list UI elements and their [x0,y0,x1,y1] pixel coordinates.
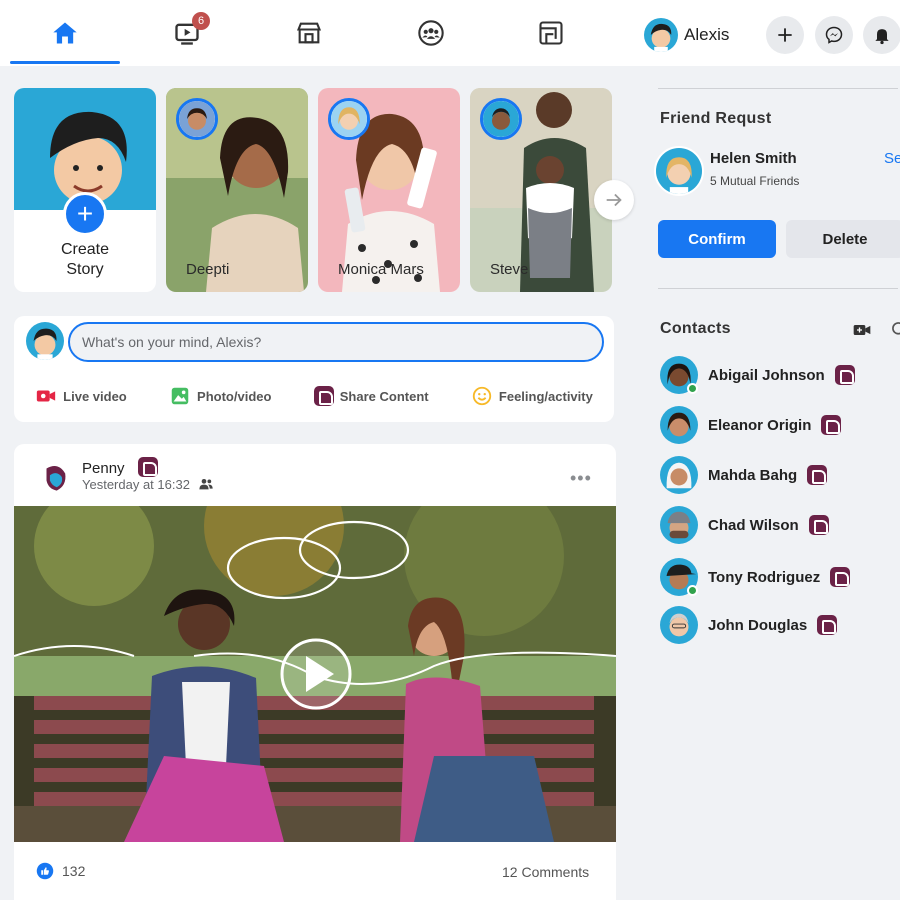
contact-badge-icon [821,415,842,435]
story-avatar [176,98,218,140]
contacts-title: Contacts [660,320,731,337]
messenger-icon [825,26,843,44]
feeling-icon [472,386,492,406]
post-comments-count[interactable]: 12 Comments [502,864,589,880]
share-content-icon [313,386,334,406]
story-name: Deepti [186,261,230,278]
story-card[interactable]: Steve [470,88,612,292]
post-likes[interactable]: 132 [36,862,85,880]
add-story-button[interactable]: + [63,192,107,236]
search-icon [892,322,900,335]
video-call-icon [853,325,871,335]
create-story-label: Create Story [60,241,110,278]
post-author-name[interactable]: Penny [82,460,125,477]
search-contacts-button[interactable] [890,320,900,345]
tab-gaming[interactable] [496,0,606,66]
notification-badge: 6 [192,12,210,30]
story-name: Steve [490,261,529,278]
live-video-button[interactable]: Live video [35,385,127,407]
avatar [644,18,678,52]
top-navigation-bar: 6 Alexis [0,0,900,66]
post-composer: What's on your mind, Alexis? Live video … [14,316,614,422]
author-badge-icon [138,457,158,477]
composer-actions: Live video Photo/video Share Content Fee… [14,376,614,416]
arrow-right-icon [606,193,622,207]
contact-item[interactable]: Tony Rodriguez [660,557,851,597]
divider [658,288,898,289]
friend-request-avatar[interactable] [654,146,704,196]
contact-avatar [660,506,698,544]
contact-badge-icon [830,567,851,587]
contact-avatar [660,356,698,394]
home-icon [53,22,77,44]
contact-item[interactable]: John Douglas [660,605,838,645]
share-content-button[interactable]: Share Content [313,386,429,406]
story-card[interactable]: Monica Mars [318,88,460,292]
feed-post: Penny Yesterday at 16:32 ••• 132 12 Comm… [14,444,616,900]
post-timestamp: Yesterday at 16:32 [82,476,214,492]
create-story-card[interactable]: + Create Story [14,88,156,292]
friend-request-title: Friend Requst [660,110,772,127]
tab-watch[interactable]: 6 [132,0,242,66]
status-input[interactable]: What's on your mind, Alexis? [68,322,604,362]
contact-badge-icon [808,515,829,535]
tab-home[interactable] [10,0,120,66]
tab-marketplace[interactable] [254,0,364,66]
notifications-button[interactable] [863,16,900,54]
delete-button[interactable]: Delete [786,220,900,258]
create-button[interactable] [766,16,804,54]
contact-item[interactable]: Abigail Johnson [660,355,855,395]
live-video-icon [36,390,56,402]
feeling-activity-button[interactable]: Feeling/activity [471,385,593,407]
groups-icon [418,20,444,46]
store-icon [296,22,322,44]
see-all-link[interactable]: Se [884,150,900,167]
online-indicator [687,585,698,596]
stories-next-button[interactable] [594,180,634,220]
gaming-icon [539,21,563,45]
online-indicator [687,383,698,394]
contact-item[interactable]: Chad Wilson [660,505,829,545]
contact-badge-icon [834,365,855,385]
messenger-button[interactable] [815,16,853,54]
mutual-friends-count: 5 Mutual Friends [710,174,800,188]
like-icon [36,862,54,880]
contact-item[interactable]: Mahda Bahg [660,455,828,495]
post-author-avatar[interactable] [38,460,72,494]
contact-item[interactable]: Eleanor Origin [660,405,842,445]
contact-badge-icon [807,465,828,485]
new-room-button[interactable] [852,320,872,345]
composer-avatar [26,322,64,360]
photo-video-button[interactable]: Photo/video [169,385,271,407]
plus-icon [778,28,792,42]
profile-chip[interactable]: Alexis [644,18,729,52]
story-avatar [480,98,522,140]
tab-groups[interactable] [376,0,486,66]
divider [658,88,898,89]
confirm-button[interactable]: Confirm [658,220,776,258]
friend-request-name[interactable]: Helen Smith [710,150,797,167]
contact-avatar [660,558,698,596]
story-avatar [328,98,370,140]
contact-avatar [660,606,698,644]
photo-icon [171,387,189,405]
story-name: Monica Mars [338,261,424,278]
contact-avatar [660,456,698,494]
story-card[interactable]: Deepti [166,88,308,292]
contact-badge-icon [817,615,838,635]
bell-icon [875,29,889,45]
profile-name: Alexis [684,25,730,44]
friends-audience-icon [199,479,213,490]
contact-avatar [660,406,698,444]
post-options-icon[interactable]: ••• [570,468,592,489]
post-video[interactable] [14,506,616,842]
